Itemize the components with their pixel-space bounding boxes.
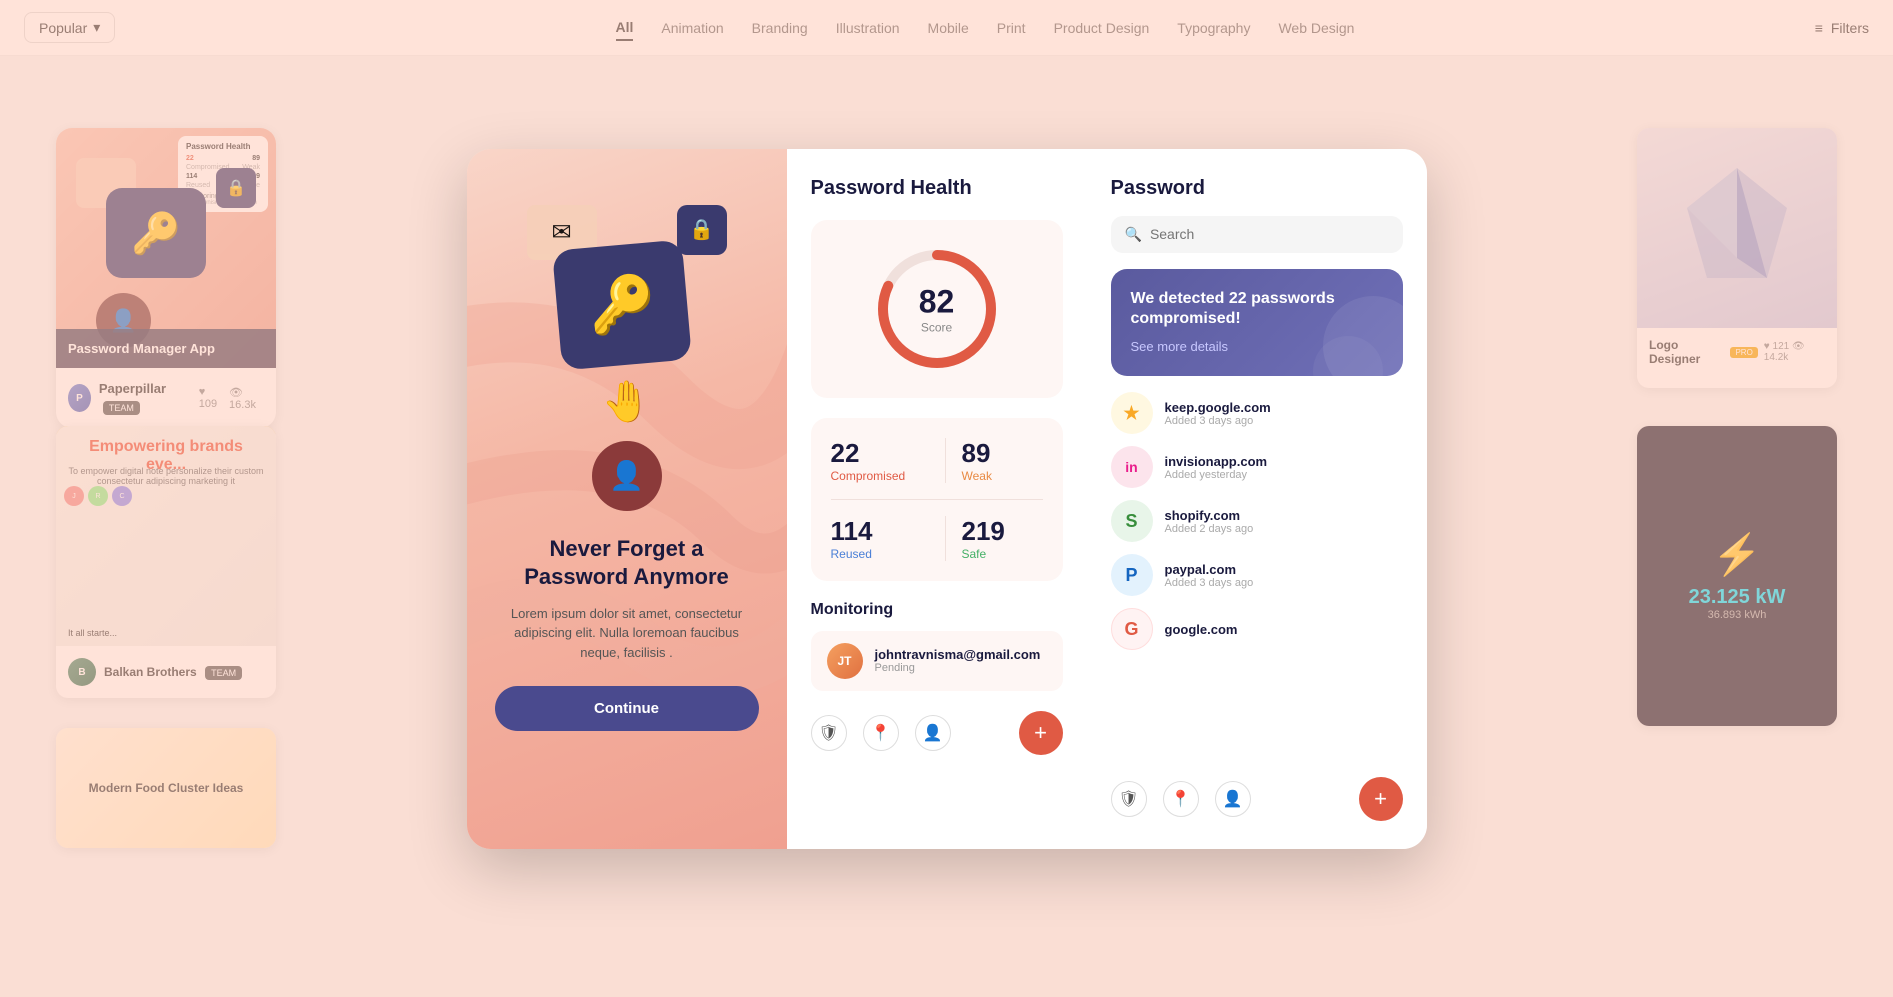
key-card: 🔑 <box>552 239 692 370</box>
continue-button[interactable]: Continue <box>495 686 759 731</box>
score-container: 82 Score <box>811 220 1063 398</box>
hand-icon: 🤚 <box>602 378 652 425</box>
invision-info: invisionapp.com Added yesterday <box>1165 454 1268 481</box>
safe-label: Safe <box>962 547 1043 561</box>
lock-icon: 🔒 <box>677 205 727 255</box>
weak-number: 89 <box>962 438 1043 469</box>
safe-number: 219 <box>962 516 1043 547</box>
shopify-info: shopify.com Added 2 days ago <box>1165 508 1254 535</box>
monitoring-email: johntravnisma@gmail.com <box>875 647 1041 662</box>
promo-title: Never Forget a Password Anymore <box>495 535 759 592</box>
stat-safe: 219 Safe <box>945 516 1043 561</box>
invision-icon: in <box>1111 446 1153 488</box>
shopify-icon: S <box>1111 500 1153 542</box>
passwords-bottom-icons: 🛡 📍 👤 + <box>1111 777 1403 821</box>
stat-reused: 114 Reused <box>831 516 929 561</box>
user-icon-btn2[interactable]: 👤 <box>1215 781 1251 817</box>
alert-link[interactable]: See more details <box>1131 339 1229 354</box>
keep-info: keep.google.com Added 3 days ago <box>1165 400 1271 427</box>
password-item-paypal[interactable]: P paypal.com Added 3 days ago <box>1111 554 1403 596</box>
monitoring-avatar: JT <box>827 643 863 679</box>
modal-overlay: ✉ 🔒 🔑 🤚 👤 Never Forget a Password Anymor… <box>0 0 1893 997</box>
search-box[interactable]: 🔍 <box>1111 216 1403 253</box>
shopify-domain: shopify.com <box>1165 508 1254 523</box>
person-circle: 👤 <box>592 441 662 511</box>
monitoring-info: johntravnisma@gmail.com Pending <box>875 647 1041 674</box>
promo-text-block: Never Forget a Password Anymore Lorem ip… <box>495 535 759 732</box>
health-title: Password Health <box>811 177 1063 200</box>
monitoring-item: JT johntravnisma@gmail.com Pending <box>811 631 1063 691</box>
promo-panel: ✉ 🔒 🔑 🤚 👤 Never Forget a Password Anymor… <box>467 149 787 849</box>
invision-domain: invisionapp.com <box>1165 454 1268 469</box>
person-icon: 👤 <box>609 459 644 492</box>
compromised-label: Compromised <box>831 469 929 483</box>
health-panel: Password Health 82 Score <box>787 149 1087 849</box>
location-icon-btn[interactable]: 📍 <box>863 715 899 751</box>
password-item-google[interactable]: G google.com <box>1111 608 1403 650</box>
modal-container: ✉ 🔒 🔑 🤚 👤 Never Forget a Password Anymor… <box>467 149 1427 849</box>
promo-description: Lorem ipsum dolor sit amet, consectetur … <box>495 604 759 663</box>
password-item-shopify[interactable]: S shopify.com Added 2 days ago <box>1111 500 1403 542</box>
paypal-added: Added 3 days ago <box>1165 577 1254 589</box>
keep-domain: keep.google.com <box>1165 400 1271 415</box>
stat-weak: 89 Weak <box>945 438 1043 483</box>
paypal-domain: paypal.com <box>1165 562 1254 577</box>
invision-added: Added yesterday <box>1165 469 1268 481</box>
score-ring: 82 Score <box>872 244 1002 374</box>
keep-icon: ★ <box>1111 392 1153 434</box>
health-bottom-icons: 🛡 📍 👤 + <box>811 711 1063 755</box>
passwords-title: Password <box>1111 177 1403 200</box>
shield-icon-btn2[interactable]: 🛡 <box>1111 781 1147 817</box>
monitoring-title: Monitoring <box>811 601 1063 619</box>
search-icon: 🔍 <box>1125 226 1142 243</box>
alert-banner: We detected 22 passwords compromised! Se… <box>1111 269 1403 377</box>
password-list: ★ keep.google.com Added 3 days ago in in… <box>1111 392 1403 650</box>
reused-number: 114 <box>831 516 929 547</box>
add-button2[interactable]: + <box>1359 777 1403 821</box>
add-button[interactable]: + <box>1019 711 1063 755</box>
monitoring-status: Pending <box>875 662 1041 674</box>
location-icon-btn2[interactable]: 📍 <box>1163 781 1199 817</box>
reused-label: Reused <box>831 547 929 561</box>
google-info: google.com <box>1165 622 1238 637</box>
score-number: 82 <box>919 283 955 320</box>
google-domain: google.com <box>1165 622 1238 637</box>
score-label: Score <box>919 320 955 334</box>
paypal-info: paypal.com Added 3 days ago <box>1165 562 1254 589</box>
google-icon: G <box>1111 608 1153 650</box>
search-input[interactable] <box>1150 226 1389 242</box>
compromised-number: 22 <box>831 438 929 469</box>
monitoring-section: Monitoring JT johntravnisma@gmail.com Pe… <box>811 601 1063 691</box>
weak-label: Weak <box>962 469 1043 483</box>
user-icon-btn[interactable]: 👤 <box>915 715 951 751</box>
passwords-panel: Password 🔍 We detected 22 passwords comp… <box>1087 149 1427 849</box>
stat-compromised: 22 Compromised <box>831 438 929 483</box>
shopify-added: Added 2 days ago <box>1165 523 1254 535</box>
stats-divider <box>831 499 1043 500</box>
score-text: 82 Score <box>919 283 955 334</box>
password-item-keep[interactable]: ★ keep.google.com Added 3 days ago <box>1111 392 1403 434</box>
paypal-icon: P <box>1111 554 1153 596</box>
password-item-invision[interactable]: in invisionapp.com Added yesterday <box>1111 446 1403 488</box>
stats-grid: 22 Compromised 89 Weak 114 Reused 219 Sa… <box>811 418 1063 581</box>
shield-icon-btn[interactable]: 🛡 <box>811 715 847 751</box>
keep-added: Added 3 days ago <box>1165 415 1271 427</box>
